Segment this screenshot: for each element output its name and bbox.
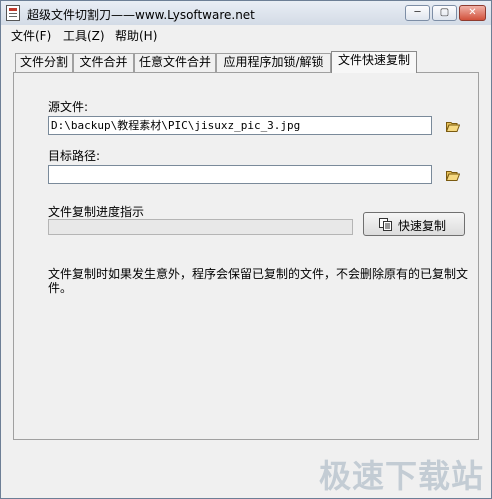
source-file-label: 源文件:: [48, 100, 89, 114]
fast-copy-button-label: 快速复制: [398, 219, 447, 233]
fast-copy-button[interactable]: 快速复制: [363, 212, 465, 236]
folder-open-icon[interactable]: [446, 170, 460, 181]
app-window: 超级文件切割刀——www.Lysoftware.net ─ ▢ ✕ 文件(F) …: [0, 0, 492, 499]
target-path-label: 目标路径:: [48, 149, 101, 163]
watermark-logo: 极速下载站: [319, 457, 485, 495]
title-bar: 超级文件切割刀——www.Lysoftware.net ─ ▢ ✕: [1, 1, 491, 25]
copy-icon: [379, 218, 392, 231]
tab-file-merge[interactable]: 文件合并: [73, 53, 134, 72]
copy-progress-bar: [48, 219, 353, 235]
window-title: 超级文件切割刀——www.Lysoftware.net: [27, 8, 255, 22]
source-file-field[interactable]: D:\backup\教程素材\PIC\jisuxz_pic_3.jpg: [48, 116, 432, 135]
maximize-button[interactable]: ▢: [432, 5, 457, 21]
tab-any-file-merge[interactable]: 任意文件合并: [134, 53, 216, 72]
app-icon: [6, 5, 20, 21]
copy-progress-label: 文件复制进度指示: [48, 205, 145, 219]
target-path-field[interactable]: [48, 165, 432, 184]
close-button[interactable]: ✕: [459, 5, 486, 21]
tab-file-split[interactable]: 文件分割: [15, 53, 73, 72]
menu-bar: 文件(F) 工具(Z) 帮助(H): [1, 25, 491, 43]
folder-open-icon[interactable]: [446, 121, 460, 132]
copy-note-text: 文件复制时如果发生意外，程序会保留已复制的文件，不会删除原有的已复制文件。: [48, 267, 469, 295]
tab-app-lock-unlock[interactable]: 应用程序加锁/解锁: [216, 53, 331, 72]
menu-tools[interactable]: 工具(Z): [63, 27, 105, 44]
minimize-button[interactable]: ─: [405, 5, 430, 21]
menu-help[interactable]: 帮助(H): [115, 27, 157, 44]
tab-fast-copy[interactable]: 文件快速复制: [331, 51, 417, 73]
tab-strip: 文件分割 文件合并 任意文件合并 应用程序加锁/解锁 文件快速复制: [1, 51, 491, 73]
menu-file[interactable]: 文件(F): [11, 27, 51, 44]
fast-copy-panel: 源文件: D:\backup\教程素材\PIC\jisuxz_pic_3.jpg…: [13, 72, 479, 440]
